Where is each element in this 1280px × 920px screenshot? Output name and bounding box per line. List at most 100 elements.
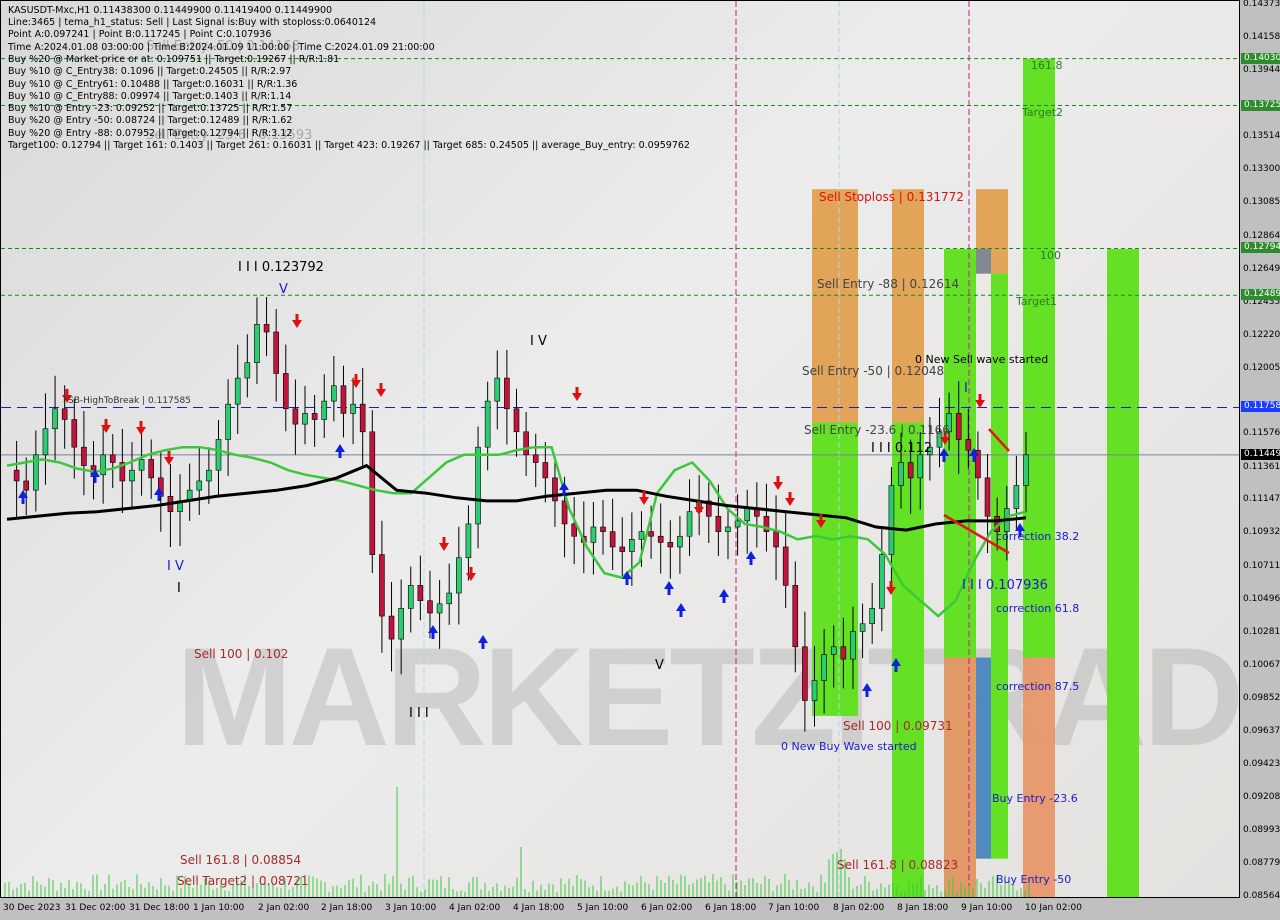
chart-annotation: I V	[167, 559, 184, 574]
candle-body	[850, 631, 856, 660]
candle-body	[840, 646, 847, 660]
candle-body	[398, 608, 404, 640]
candle-body	[23, 480, 30, 491]
candle-body	[811, 680, 818, 701]
candle-body	[504, 377, 510, 410]
price-badge: 0.14030	[1241, 52, 1280, 64]
chart-annotation: Sell 100 | 0.09731	[843, 719, 953, 733]
x-tick-label: 4 Jan 18:00	[513, 903, 565, 913]
ema-green-line	[6, 445, 1027, 618]
candle-body	[42, 428, 49, 456]
y-tick-label: 0.11576	[1243, 428, 1280, 439]
candle-body	[830, 646, 837, 655]
info-line: Buy %10 @ C_Entry61: 0.10488 || Target:0…	[8, 78, 298, 90]
y-tick-label: 0.10067	[1243, 660, 1280, 671]
candle-body	[802, 646, 808, 701]
y-tick-label: 0.14373	[1243, 0, 1280, 9]
x-tick-label: 30 Dec 2023	[3, 903, 61, 913]
candle-body	[523, 431, 529, 456]
y-tick-label: 0.09852	[1243, 693, 1280, 704]
y-tick-label: 0.13085	[1243, 196, 1280, 207]
candle-body	[475, 446, 481, 525]
chart-annotation: I	[964, 381, 968, 396]
info-line: Buy %10 @ C_Entry88: 0.09974 || Target:0…	[8, 90, 292, 102]
buy-arrow-icon	[676, 603, 686, 617]
candle-body	[81, 446, 87, 466]
candle-body	[744, 508, 751, 522]
candle-body	[436, 603, 443, 614]
chart-annotation: I I I 0.112	[871, 441, 933, 456]
chart-annotation: I	[177, 581, 181, 596]
candle-body	[331, 385, 337, 402]
chart-annotation: I I I 0.123792	[238, 260, 324, 275]
chart-annotation: V	[655, 658, 664, 673]
y-tick-label: 0.10496	[1243, 594, 1280, 605]
zone-column	[1107, 249, 1139, 897]
x-tick-label: 5 Jan 10:00	[577, 903, 629, 913]
y-tick-label: 0.10281	[1243, 627, 1280, 638]
chart-annotation: Sell Entry -23.6 | 0.1166	[804, 423, 950, 437]
candle-body	[446, 592, 453, 605]
candle-body	[456, 557, 462, 594]
candle-body	[609, 531, 616, 548]
sell-arrow-icon	[773, 476, 783, 490]
chart-annotation: Buy Entry -23.6	[992, 792, 1078, 805]
candle-body	[869, 608, 875, 625]
x-tick-label: 31 Dec 18:00	[129, 903, 190, 913]
y-tick-label: 0.12005	[1243, 362, 1280, 373]
x-tick-label: 1 Jan 10:00	[193, 903, 245, 913]
candle-body	[494, 377, 501, 402]
candle-body	[138, 459, 145, 471]
candle-body	[52, 408, 58, 430]
candle-body	[379, 554, 385, 617]
y-tick-label: 0.09208	[1243, 792, 1280, 803]
candle-body	[388, 615, 395, 640]
x-tick-label: 8 Jan 02:00	[833, 903, 885, 913]
x-tick-label: 7 Jan 10:00	[768, 903, 820, 913]
candle-body	[782, 546, 789, 586]
chart-annotation: Target1	[1016, 295, 1058, 308]
candle-body	[254, 324, 260, 364]
ghost-label: Sell Entry -50 | 0.14168	[146, 39, 300, 54]
candle-body	[898, 462, 904, 486]
candle-body	[109, 454, 116, 463]
chart-annotation: correction 87.5	[996, 680, 1080, 693]
candle-body	[792, 585, 799, 648]
candle-body	[715, 515, 722, 532]
buy-arrow-icon	[664, 581, 674, 595]
candle-body	[206, 469, 212, 482]
candle-body	[225, 403, 231, 440]
buy-arrow-icon	[622, 571, 632, 585]
info-line: Buy %20 @ Market price or at: 0.109751 |…	[8, 53, 340, 65]
candle-body	[215, 439, 222, 471]
zone-column	[976, 657, 991, 859]
candle-body	[302, 413, 308, 425]
y-tick-label: 0.10932	[1243, 527, 1280, 538]
candle-body	[13, 469, 20, 482]
chart-annotation: correction 38.2	[996, 530, 1080, 543]
y-tick-label: 0.13300	[1243, 163, 1280, 174]
chart-annotation: Sell 161.8 | 0.08823	[837, 858, 959, 872]
chart-annotation: I I I 0.107936	[962, 578, 1048, 593]
candle-body	[686, 511, 693, 537]
chart-annotation: Sell 161.8 | 0.08854	[180, 853, 302, 867]
zone-column	[1023, 657, 1055, 897]
y-tick-label: 0.08779	[1243, 857, 1280, 868]
candle-body	[955, 413, 962, 440]
candle-body	[273, 331, 279, 374]
chart-annotation: correction 61.8	[996, 602, 1080, 615]
candle-body	[129, 469, 135, 482]
x-tick-label: 4 Jan 02:00	[449, 903, 501, 913]
y-tick-label: 0.10711	[1243, 561, 1280, 572]
candle-body	[417, 585, 424, 602]
candle-body	[311, 413, 318, 420]
sell-arrow-icon	[101, 419, 111, 433]
chart-plot-area[interactable]: MARKETZITRADE KASUSDT-Mxc,H1 0.11438300 …	[0, 0, 1240, 898]
price-badge: 0.11758	[1241, 401, 1280, 413]
candle-body	[1023, 454, 1029, 486]
candle-body	[465, 523, 472, 559]
zone-column	[812, 189, 858, 423]
candle-body	[340, 385, 347, 414]
candle-body	[407, 585, 414, 609]
sell-arrow-icon	[376, 383, 386, 397]
